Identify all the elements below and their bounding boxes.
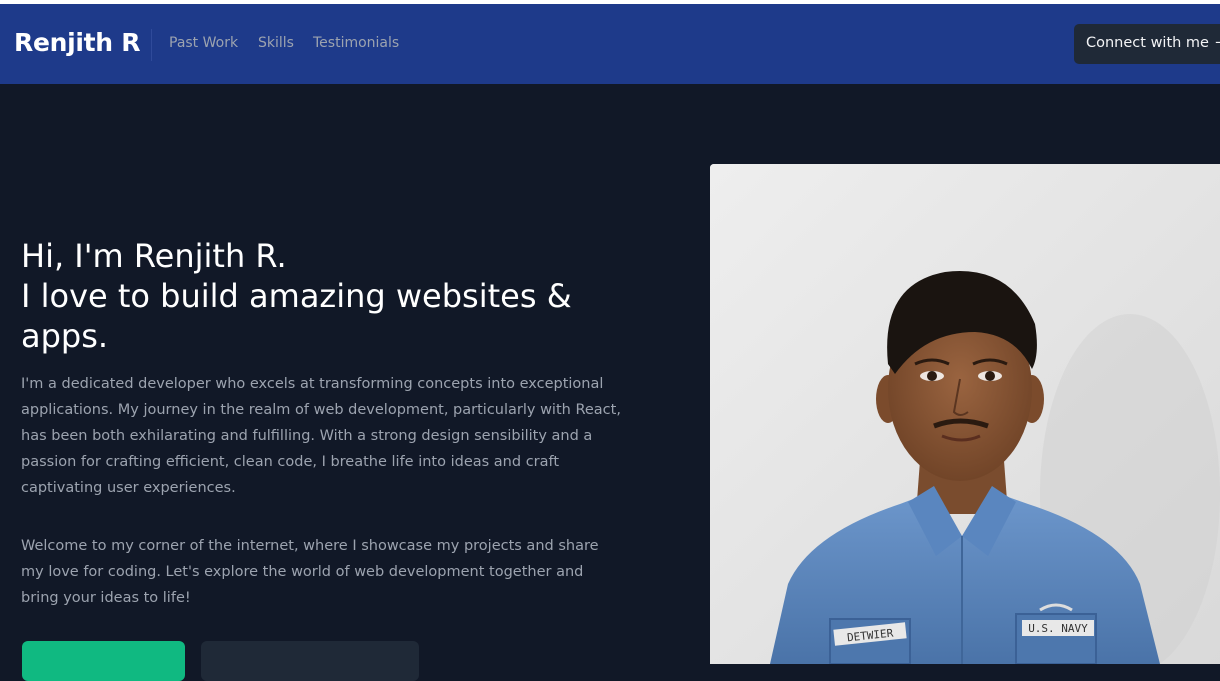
connect-button-label: Connect with me (1086, 35, 1209, 51)
navbar: Renjith R Past Work Skills Testimonials … (0, 4, 1220, 84)
welcome-paragraph: Welcome to my corner of the internet, wh… (21, 538, 599, 606)
nav-link-past-work[interactable]: Past Work (169, 35, 238, 51)
hero-title-line1: Hi, I'm Renjith R. (21, 237, 287, 275)
profile-photo: DETWIER U.S. NAVY (710, 164, 1220, 664)
nav-divider (151, 29, 152, 61)
hero-title-line2: I love to build amazing websites & apps. (21, 277, 572, 355)
arrow-right-icon: → (1215, 35, 1220, 51)
intro-paragraph: I'm a dedicated developer who excels at … (21, 376, 621, 496)
primary-action-button[interactable] (22, 641, 185, 681)
secondary-action-button[interactable] (201, 641, 419, 681)
hero-title: Hi, I'm Renjith R. I love to build amazi… (21, 236, 661, 356)
nav-link-testimonials[interactable]: Testimonials (313, 35, 399, 51)
brand-logo[interactable]: Renjith R (14, 28, 140, 57)
profile-photo-illustration: DETWIER U.S. NAVY (710, 164, 1220, 664)
navy-tape-text: U.S. NAVY (1028, 622, 1088, 635)
nav-link-skills[interactable]: Skills (258, 35, 294, 51)
connect-button[interactable]: Connect with me → (1074, 24, 1220, 64)
